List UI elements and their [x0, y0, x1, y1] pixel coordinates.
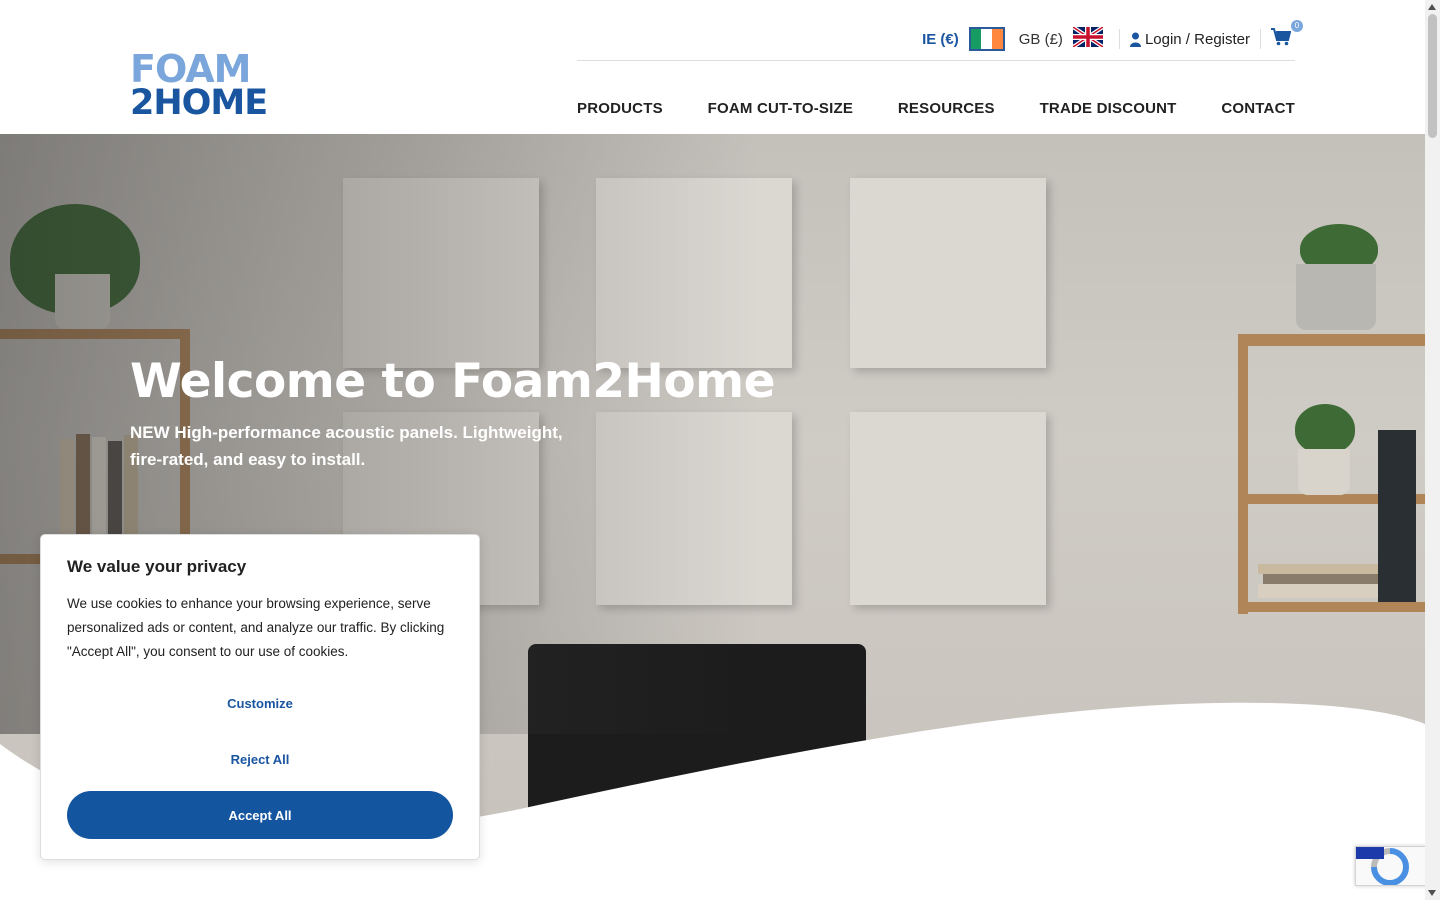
cart-icon — [1271, 28, 1292, 50]
currency-ie-link[interactable]: IE (€) — [922, 27, 1005, 51]
currency-gb-label: GB (£) — [1018, 30, 1063, 48]
nav-products[interactable]: PRODUCTS — [577, 100, 663, 117]
cart-count-badge: 0 — [1291, 20, 1303, 32]
foam2home-logo[interactable]: FOAM 2HOME — [130, 50, 268, 123]
recaptcha-icon — [1356, 847, 1426, 885]
uk-flag-icon — [1072, 27, 1109, 51]
scrollbar-thumb[interactable] — [1428, 14, 1437, 138]
customize-button[interactable]: Customize — [67, 679, 453, 727]
user-icon — [1129, 32, 1141, 47]
login-register-link[interactable]: Login / Register — [1129, 30, 1250, 48]
site-header: FOAM 2HOME IE (€) GB (£) Login / Registe… — [0, 0, 1425, 134]
cart-button[interactable]: 0 — [1271, 20, 1303, 50]
acoustic-panel — [850, 412, 1046, 605]
divider — [1260, 29, 1261, 49]
reject-all-button[interactable]: Reject All — [67, 735, 453, 783]
nav-resources[interactable]: RESOURCES — [898, 100, 995, 117]
accept-all-button[interactable]: Accept All — [67, 791, 453, 839]
plant — [1295, 404, 1355, 454]
page-scrollbar[interactable] — [1425, 0, 1440, 900]
divider — [1118, 29, 1120, 49]
logo-line-2: 2HOME — [130, 83, 268, 123]
recaptcha-badge[interactable] — [1355, 846, 1427, 886]
plant-pot — [1296, 264, 1376, 330]
main-nav: PRODUCTS FOAM CUT-TO-SIZE RESOURCES TRAD… — [577, 100, 1295, 117]
nav-foam-cut-to-size[interactable]: FOAM CUT-TO-SIZE — [708, 100, 853, 117]
scroll-down-arrow-icon[interactable] — [1428, 890, 1436, 896]
header-divider — [577, 60, 1295, 61]
currency-gb-link[interactable]: GB (£) — [1005, 27, 1109, 51]
login-register-label: Login / Register — [1144, 30, 1250, 48]
scroll-up-arrow-icon[interactable] — [1428, 4, 1436, 10]
ireland-flag-icon — [968, 27, 1005, 51]
nav-contact[interactable]: CONTACT — [1221, 100, 1295, 117]
cookie-body: We use cookies to enhance your browsing … — [67, 596, 445, 659]
nav-trade-discount[interactable]: TRADE DISCOUNT — [1040, 100, 1177, 117]
currency-ie-label: IE (€) — [922, 30, 959, 48]
plant-pot — [1298, 449, 1350, 495]
cookie-consent-dialog: We value your privacy We use cookies to … — [40, 534, 480, 860]
top-bar: IE (€) GB (£) Login / Register 0 — [922, 20, 1303, 54]
acoustic-panel — [850, 178, 1046, 368]
hero-title: Welcome to Foam2Home — [130, 354, 776, 409]
hero-subtitle: NEW High-performance acoustic panels. Li… — [130, 423, 563, 469]
cookie-title: We value your privacy — [67, 557, 247, 576]
